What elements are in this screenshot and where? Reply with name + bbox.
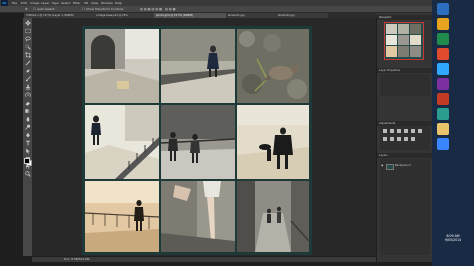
foreground-color-swatch[interactable] (24, 158, 30, 164)
menu-view[interactable]: View (91, 1, 98, 5)
navigator-panel-header[interactable]: Navigator (377, 15, 432, 20)
layers-panel-header[interactable]: Layers (377, 153, 432, 158)
properties-panel-header[interactable]: Layer Properties (377, 68, 432, 73)
menu-image[interactable]: Image (30, 1, 39, 5)
menu-help[interactable]: Help (115, 1, 122, 5)
brush-tool-icon[interactable] (25, 76, 31, 82)
menu-file[interactable]: File (12, 1, 17, 5)
layer-name: Background (395, 164, 411, 167)
taskbar-clock[interactable]: 8:09 AM 9/05/2014 (434, 234, 472, 242)
menu-select[interactable]: Select (61, 1, 70, 5)
app-icon[interactable] (437, 93, 449, 105)
menu-layer[interactable]: Layer (41, 1, 49, 5)
app-icon[interactable] (437, 33, 449, 45)
app-icon[interactable] (437, 108, 449, 120)
transform-controls-label: Show Transform Controls (86, 7, 124, 11)
photo-woman-walking-street (161, 29, 235, 103)
history-brush-tool-icon[interactable] (24, 92, 31, 98)
layers-panel-title: Layers (379, 154, 388, 157)
zoom-tool-icon[interactable] (24, 171, 31, 177)
healing-brush-tool-icon[interactable] (25, 68, 31, 74)
photo-pier-people-waterfront (85, 181, 159, 252)
dodge-tool-icon[interactable] (24, 124, 31, 130)
app-icon[interactable] (437, 78, 449, 90)
menu-3d[interactable]: 3D (84, 1, 88, 5)
adjustments-panel-title: Adjustments (379, 122, 396, 125)
align-icons[interactable]: ▥▤▦▥▤▦ ▥▤▦ (140, 7, 176, 11)
menu-type[interactable]: Type (52, 1, 59, 5)
move-tool-icon[interactable] (24, 20, 31, 26)
photo-couple-walking-promenade (161, 105, 235, 179)
quick-select-tool-icon[interactable] (25, 44, 31, 50)
layers-panel-body (380, 159, 430, 255)
properties-panel-title: Layer Properties (379, 69, 401, 72)
photo-arched-gateway-street (85, 29, 159, 103)
move-tool-icon[interactable]: ✥ (25, 7, 28, 11)
options-bar: ✥ ☐ Auto-Select: ☐ Show Transform Contro… (0, 6, 432, 13)
menu-filter[interactable]: Filter (73, 1, 80, 5)
lasso-tool-icon[interactable] (24, 36, 31, 42)
menu-window[interactable]: Window (101, 1, 113, 5)
photo-legs-holding-bag (161, 181, 235, 252)
layer-thumbnail (386, 163, 394, 170)
clock-date: 9/05/2014 (444, 238, 462, 242)
photoshop-taskbar-icon[interactable] (437, 63, 449, 75)
crop-tool-icon[interactable] (24, 52, 31, 58)
marquee-tool-icon[interactable] (24, 28, 31, 34)
pen-tool-icon[interactable] (25, 132, 31, 138)
menu-edit[interactable]: Edit (21, 1, 27, 5)
gradient-tool-icon[interactable] (25, 108, 31, 114)
adjustments-panel-body (380, 126, 430, 150)
file-explorer-icon[interactable] (437, 18, 449, 30)
document-photo-grid[interactable] (82, 26, 312, 255)
properties-panel-body (380, 74, 430, 96)
status-bar: Doc: 8.58M/12.0M (32, 257, 376, 262)
auto-select-label: Auto-Select: (37, 7, 56, 11)
type-tool-icon[interactable] (25, 140, 31, 146)
layer-row-background[interactable]: ◉ Background (380, 163, 430, 170)
eyedropper-tool-icon[interactable] (25, 60, 31, 66)
photo-pigeon-on-cobblestones (237, 29, 309, 103)
blur-tool-icon[interactable] (25, 116, 31, 122)
photo-man-with-dog-beach (237, 105, 309, 179)
eraser-tool-icon[interactable] (25, 100, 31, 106)
app-icon[interactable] (437, 138, 449, 150)
tools-panel (23, 18, 32, 256)
path-select-tool-icon[interactable] (25, 148, 31, 154)
transform-controls-checkbox[interactable]: ☐ (82, 7, 85, 11)
navigator-panel-title: Navigator (379, 16, 392, 19)
app-icon[interactable] (437, 123, 449, 135)
photo-children-walking-alley (237, 181, 309, 252)
navigator-thumbnail[interactable] (384, 22, 424, 60)
clone-stamp-tool-icon[interactable] (25, 84, 31, 90)
auto-select-checkbox[interactable]: ☐ (33, 7, 36, 11)
photo-person-on-walkway (85, 105, 159, 179)
chrome-icon[interactable] (437, 48, 449, 60)
start-button-icon[interactable] (437, 3, 449, 15)
eye-icon[interactable]: ◉ (381, 163, 383, 168)
